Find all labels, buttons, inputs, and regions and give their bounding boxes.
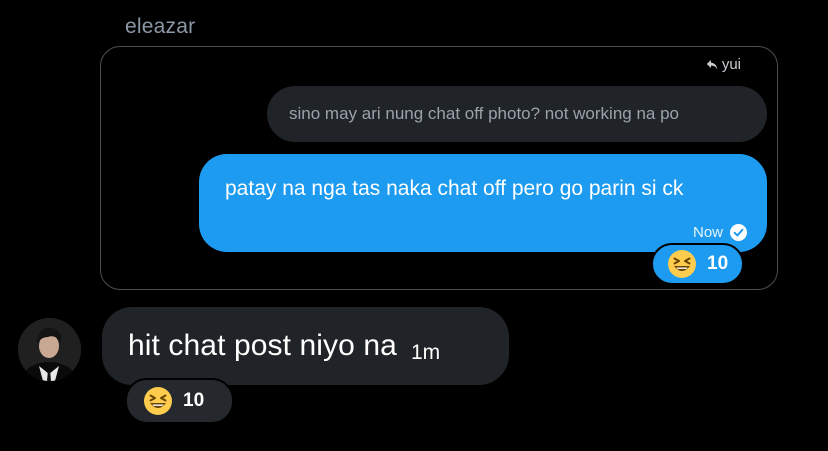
quoted-message-bubble[interactable]: sino may ari nung chat off photo? not wo…: [267, 86, 767, 142]
user-avatar[interactable]: [18, 318, 81, 381]
message-timestamp: Now: [692, 224, 723, 241]
reply-to-indicator[interactable]: yui: [706, 56, 741, 73]
received-message-text: hit chat post niyo na: [128, 329, 397, 362]
reply-to-name: yui: [721, 56, 741, 73]
reaction-count: 10: [183, 390, 205, 411]
own-message-text: patay na nga tas naka chat off pero go p…: [225, 177, 684, 200]
grinning-squinting-face-icon: [667, 249, 697, 279]
own-message-reaction[interactable]: 10: [651, 243, 744, 285]
received-message-bubble[interactable]: hit chat post niyo na 1m: [102, 307, 509, 385]
reaction-count: 10: [707, 253, 729, 274]
own-message-bubble[interactable]: patay na nga tas naka chat off pero go p…: [199, 154, 767, 252]
message-time: 1m: [410, 341, 441, 364]
check-circle-icon: [730, 224, 747, 241]
quoted-message-text: sino may ari nung chat off photo? not wo…: [289, 104, 679, 123]
received-message-reaction[interactable]: 10: [125, 378, 234, 424]
message-meta: Now: [693, 224, 747, 241]
reply-thread-card: yui sino may ari nung chat off photo? no…: [100, 46, 778, 290]
reply-arrow-icon: [706, 59, 718, 71]
grinning-squinting-face-icon: [143, 386, 173, 416]
sender-name: eleazar: [125, 15, 196, 38]
